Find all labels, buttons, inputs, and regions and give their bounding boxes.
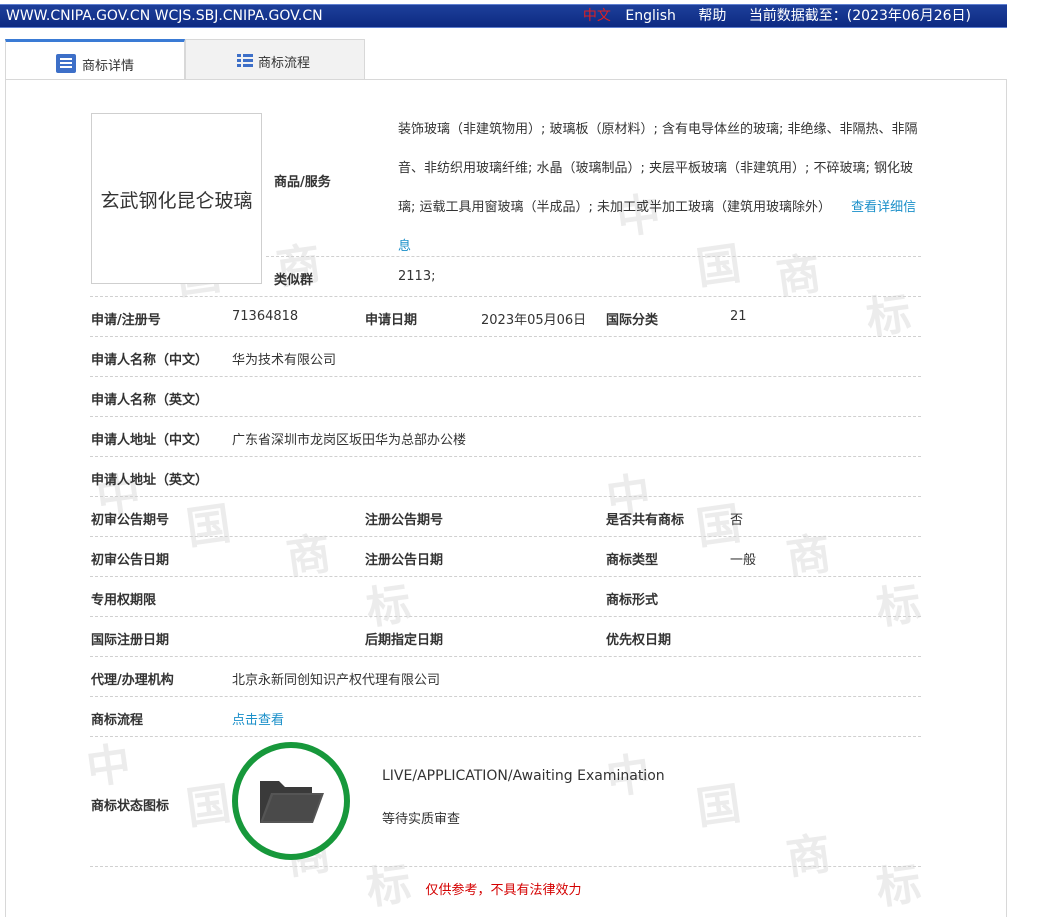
document-icon <box>56 54 76 73</box>
app-date-label: 申请日期 <box>365 313 418 328</box>
shared-label: 是否共有商标 <box>606 513 685 528</box>
intl-class-value: 21 <box>730 309 747 324</box>
tab-label: 商标详情 <box>82 59 135 74</box>
intl-reg-date-label: 国际注册日期 <box>91 633 170 648</box>
divider <box>90 336 921 337</box>
similar-group-label: 类似群 <box>274 273 314 288</box>
process-link[interactable]: 点击查看 <box>232 709 284 728</box>
divider <box>266 256 921 257</box>
later-date-label: 后期指定日期 <box>365 633 444 648</box>
mark-type-label: 商标类型 <box>606 553 659 568</box>
status-icon-label: 商标状态图标 <box>91 799 170 814</box>
divider <box>90 696 921 697</box>
app-date-value: 2023年05月06日 <box>481 313 587 328</box>
tab-trademark-detail[interactable]: 商标详情 <box>5 39 185 80</box>
watermark: 国 <box>693 778 744 835</box>
watermark: 国 <box>183 778 234 835</box>
address-cn-label: 申请人地址（中文） <box>91 433 209 448</box>
help-link[interactable]: 帮助 <box>698 8 726 24</box>
divider <box>90 296 921 297</box>
applicant-cn-value: 华为技术有限公司 <box>232 353 337 368</box>
status-cn-text: 等待实质审查 <box>382 812 461 827</box>
divider <box>90 576 921 577</box>
address-cn-value: 广东省深圳市龙岗区坂田华为总部办公楼 <box>232 433 467 448</box>
shared-value: 否 <box>730 513 744 528</box>
watermark: 标 <box>363 578 414 635</box>
agent-label: 代理/办理机构 <box>91 673 174 688</box>
divider <box>90 376 921 377</box>
watermark: 标 <box>873 578 924 635</box>
data-date-text: 当前数据截至：(2023年06月26日) <box>748 8 971 24</box>
address-en-label: 申请人地址（英文） <box>91 473 209 488</box>
divider <box>90 456 921 457</box>
agent-value: 北京永新同创知识产权代理有限公司 <box>232 673 441 688</box>
divider <box>90 736 921 737</box>
divider <box>90 866 921 867</box>
lang-zh-link[interactable]: 中文 <box>583 8 611 24</box>
top-bar: WWW.CNIPA.GOV.CN WCJS.SBJ.CNIPA.GOV.CN 中… <box>0 4 1007 28</box>
applicant-cn-label: 申请人名称（中文） <box>91 353 209 368</box>
divider <box>90 616 921 617</box>
process-label: 商标流程 <box>91 713 144 728</box>
priority-label: 优先权日期 <box>606 633 672 648</box>
divider <box>90 536 921 537</box>
status-badge <box>232 742 350 860</box>
disclaimer-text: 仅供参考，不具有法律效力 <box>425 883 582 898</box>
reg-no-value: 71364818 <box>232 309 299 324</box>
site-urls[interactable]: WWW.CNIPA.GOV.CN WCJS.SBJ.CNIPA.GOV.CN <box>6 5 323 27</box>
goods-list: 装饰玻璃（非建筑物用）; 玻璃板（原材料）; 含有电导体丝的玻璃; 非绝缘、非隔… <box>398 110 918 266</box>
trademark-text: 玄武钢化昆仑玻璃 <box>100 190 253 212</box>
exclusive-label: 专用权期限 <box>91 593 157 608</box>
lang-en-link[interactable]: English <box>625 8 676 24</box>
divider <box>90 656 921 657</box>
applicant-en-label: 申请人名称（英文） <box>91 393 209 408</box>
status-en-text: LIVE/APPLICATION/Awaiting Examination <box>382 768 665 784</box>
list-icon <box>237 54 253 68</box>
reg-no-label: 申请/注册号 <box>91 313 161 328</box>
divider <box>90 496 921 497</box>
folder-icon <box>260 781 324 823</box>
top-bar-right: 中文 English 帮助 当前数据截至：(2023年06月26日) <box>565 5 971 27</box>
prelim-date-label: 初审公告日期 <box>91 553 170 568</box>
watermark: 中 <box>83 738 134 795</box>
mark-form-label: 商标形式 <box>606 593 659 608</box>
reg-pub-date-label: 注册公告日期 <box>365 553 444 568</box>
divider <box>90 416 921 417</box>
goods-text: 装饰玻璃（非建筑物用）; 玻璃板（原材料）; 含有电导体丝的玻璃; 非绝缘、非隔… <box>398 122 918 215</box>
tab-label: 商标流程 <box>258 56 311 71</box>
goods-label: 商品/服务 <box>274 175 331 190</box>
watermark: 商 <box>783 828 834 885</box>
reg-pub-no-label: 注册公告期号 <box>365 513 444 528</box>
mark-type-value: 一般 <box>730 553 757 568</box>
similar-group-value: 2113; <box>398 269 436 284</box>
trademark-image[interactable]: 玄武钢化昆仑玻璃 <box>91 113 262 284</box>
prelim-no-label: 初审公告期号 <box>91 513 170 528</box>
tab-trademark-process[interactable]: 商标流程 <box>185 39 365 80</box>
intl-class-label: 国际分类 <box>606 313 659 328</box>
watermark: 国 <box>183 498 234 555</box>
